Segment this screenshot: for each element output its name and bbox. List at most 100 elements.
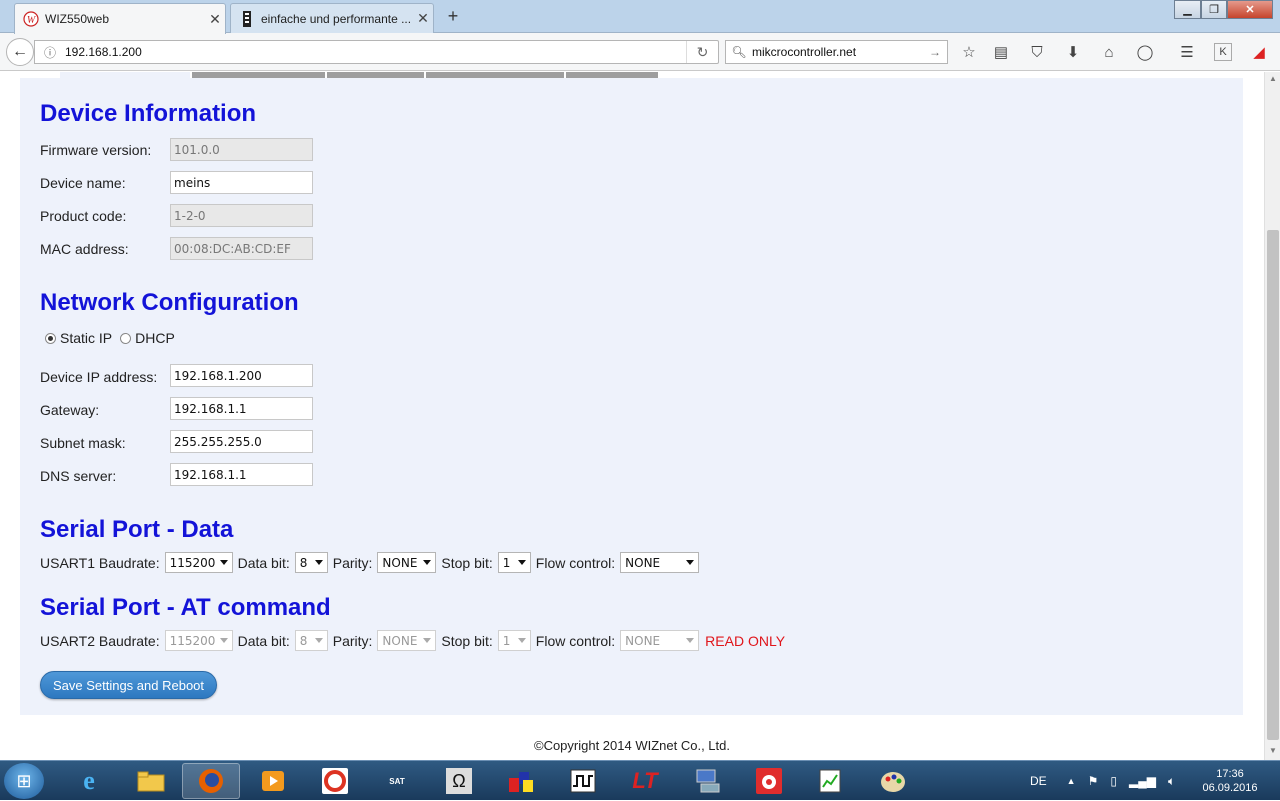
usart2-baud-value: 115200 xyxy=(169,633,216,648)
mac-address-field: 00:08:DC:AB:CD:EF xyxy=(170,237,313,260)
dropdown-arrow-icon xyxy=(686,560,695,565)
scroll-up-icon[interactable]: ▲ xyxy=(1265,72,1280,86)
device-ip-field[interactable]: 192.168.1.200 xyxy=(170,364,313,387)
gateway-field[interactable]: 192.168.1.1 xyxy=(170,397,313,420)
usart2-flow-label: Flow control: xyxy=(535,632,616,649)
diagram-app-icon[interactable] xyxy=(492,763,550,799)
dropdown-arrow-icon xyxy=(686,638,695,643)
text-editor-icon[interactable] xyxy=(802,763,860,799)
pocket-icon[interactable]: ⛉ xyxy=(1026,41,1048,63)
subnet-mask-label: Subnet mask: xyxy=(40,435,126,451)
network-tool-icon[interactable] xyxy=(678,763,736,799)
usart2-stopbit-select: 1 xyxy=(497,630,531,651)
extension-arrow-icon[interactable]: ◢ xyxy=(1248,41,1270,63)
page-viewport: Device Information Firmware version: 101… xyxy=(0,72,1264,760)
tab-einfache[interactable]: einfache und performante ... ✕ xyxy=(230,3,434,33)
usart2-databit-select: 8 xyxy=(294,630,328,651)
read-only-note: READ ONLY xyxy=(705,632,786,649)
search-bar[interactable]: 🔍︎ mikcrocontroller.net → xyxy=(725,40,948,64)
firmware-label: Firmware version: xyxy=(40,142,152,158)
network-signal-icon[interactable]: ▂▄▆ xyxy=(1129,774,1156,788)
static-ip-radio[interactable] xyxy=(45,332,56,344)
usart2-baud-select: 115200 xyxy=(164,630,233,651)
usart1-databit-label: Data bit: xyxy=(237,554,290,571)
extension-k-icon[interactable]: K xyxy=(1214,43,1232,61)
close-tab-icon[interactable]: ✕ xyxy=(413,10,433,27)
serial-at-row: USART2 Baudrate: 115200 Data bit: 8 Pari… xyxy=(40,630,785,651)
firmware-field: 101.0.0 xyxy=(170,138,313,161)
usart2-baud-label: USART2 Baudrate: xyxy=(40,632,160,649)
usart1-stopbit-label: Stop bit: xyxy=(441,554,493,571)
reading-list-icon[interactable]: ▤ xyxy=(990,41,1012,63)
dropdown-arrow-icon xyxy=(423,560,432,565)
usart2-databit-value: 8 xyxy=(299,633,308,648)
navigation-bar: ⓘ 192.168.1.200 ↻ ← 🔍︎ mikcrocontroller.… xyxy=(0,33,1280,71)
charmap-icon[interactable]: Ω xyxy=(430,763,488,799)
scroll-down-icon[interactable]: ▼ xyxy=(1265,744,1280,758)
reload-icon[interactable]: ↻ xyxy=(686,41,718,63)
system-clock[interactable]: 17:36 06.09.2016 xyxy=(1190,767,1270,795)
dhcp-radio[interactable] xyxy=(120,332,132,344)
usart2-databit-label: Data bit: xyxy=(237,632,290,649)
usart2-parity-select: NONE xyxy=(377,630,437,651)
maximize-button[interactable]: ❐ xyxy=(1201,0,1227,19)
minimize-button[interactable]: ▁ xyxy=(1174,0,1201,19)
close-tab-icon[interactable]: ✕ xyxy=(205,11,225,28)
battery-icon[interactable]: ▯ xyxy=(1110,774,1117,788)
usart2-flow-value: NONE xyxy=(625,633,661,648)
action-center-flag-icon[interactable]: ⚑ xyxy=(1088,774,1099,788)
usart1-baud-select[interactable]: 115200 xyxy=(164,552,233,573)
wiznet-logo-icon: W xyxy=(23,11,39,27)
media-player-icon[interactable] xyxy=(244,763,302,799)
save-settings-reboot-button[interactable]: Save Settings and Reboot xyxy=(40,671,217,699)
ltspice-icon[interactable]: LT xyxy=(616,763,674,799)
scroll-thumb[interactable] xyxy=(1267,230,1279,740)
bookmark-star-icon[interactable]: ☆ xyxy=(958,41,980,63)
menu-icon[interactable]: ☰ xyxy=(1176,41,1198,63)
back-arrow-icon: ← xyxy=(12,43,28,60)
usart1-baud-label: USART1 Baudrate: xyxy=(40,554,160,571)
internet-explorer-icon[interactable]: e xyxy=(60,763,118,799)
usart1-flow-select[interactable]: NONE xyxy=(620,552,700,573)
serial-at-heading: Serial Port - AT command xyxy=(40,594,331,621)
dns-server-field[interactable]: 192.168.1.1 xyxy=(170,463,313,486)
site-favicon-icon xyxy=(239,10,255,27)
back-button[interactable]: ← xyxy=(6,38,34,66)
usart1-parity-select[interactable]: NONE xyxy=(377,552,437,573)
usart1-parity-value: NONE xyxy=(382,555,418,570)
dropdown-arrow-icon xyxy=(314,560,323,565)
paint-icon[interactable] xyxy=(864,763,922,799)
chat-icon[interactable]: ◯ xyxy=(1134,41,1156,63)
usart1-parity-label: Parity: xyxy=(332,554,373,571)
logic-analyzer-icon[interactable] xyxy=(554,763,612,799)
device-name-field[interactable]: meins xyxy=(170,171,313,194)
subnet-mask-field[interactable]: 255.255.255.0 xyxy=(170,430,313,453)
new-tab-button[interactable]: + xyxy=(442,6,464,28)
url-bar[interactable]: ⓘ 192.168.1.200 ↻ xyxy=(34,40,719,64)
tab-wiz550web[interactable]: W WIZ550web ✕ xyxy=(14,3,226,34)
dropdown-arrow-icon xyxy=(314,638,323,643)
dropdown-arrow-icon xyxy=(219,560,228,565)
satlive-icon[interactable]: SAT xyxy=(368,763,426,799)
usart1-databit-select[interactable]: 8 xyxy=(294,552,328,573)
home-icon[interactable]: ⌂ xyxy=(1098,41,1120,63)
show-hidden-icons-icon[interactable]: ▲ xyxy=(1067,776,1076,786)
start-button[interactable]: ⊞ xyxy=(4,763,44,799)
firefox-icon[interactable] xyxy=(182,763,240,799)
clock-date: 06.09.2016 xyxy=(1202,782,1258,794)
file-explorer-icon[interactable] xyxy=(122,763,180,799)
download-icon[interactable]: ⬇ xyxy=(1062,41,1084,63)
device-info-heading: Device Information xyxy=(40,100,257,127)
info-icon[interactable]: ⓘ xyxy=(35,44,65,61)
vertical-scrollbar[interactable]: ▲ ▼ xyxy=(1264,72,1280,760)
close-window-button[interactable]: ✕ xyxy=(1227,0,1273,19)
volume-icon[interactable]: 🔈︎ xyxy=(1168,774,1175,789)
dropdown-arrow-icon xyxy=(517,638,526,643)
search-go-icon[interactable]: → xyxy=(929,45,941,59)
ccleaner-icon[interactable] xyxy=(306,763,364,799)
raspberry-icon[interactable] xyxy=(740,763,798,799)
search-text: mikcrocontroller.net xyxy=(752,45,857,59)
language-indicator[interactable]: DE xyxy=(1030,774,1047,788)
serial-data-row: USART1 Baudrate: 115200 Data bit: 8 Pari… xyxy=(40,552,704,573)
usart1-stopbit-select[interactable]: 1 xyxy=(497,552,531,573)
